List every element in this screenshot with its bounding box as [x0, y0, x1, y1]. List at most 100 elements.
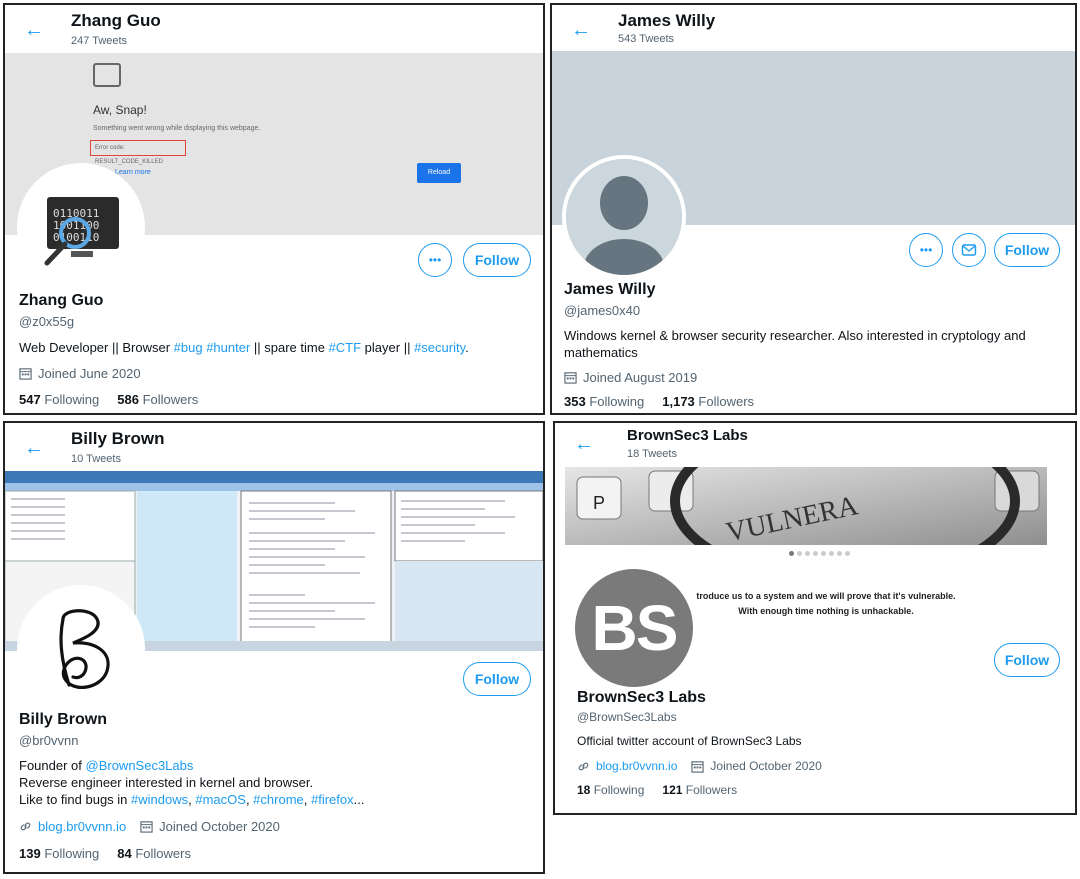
following-label: Following [44, 846, 100, 861]
sad-page-icon [93, 63, 121, 87]
learn-more-link: Learn more [115, 169, 151, 176]
mention-link[interactable]: @BrownSec3Labs [86, 758, 194, 773]
follow-stats: 18 Following 121 Followers [577, 783, 737, 797]
carousel-dot[interactable] [797, 551, 802, 556]
tweet-count: 543 Tweets [618, 33, 675, 45]
profile-handle: @z0x55g [19, 314, 75, 329]
carousel-dot[interactable] [845, 551, 850, 556]
banner-quote: troduce us to a system and we will prove… [681, 589, 971, 619]
followers-count: 1,173 [662, 394, 695, 409]
hashtag-link[interactable]: #CTF [329, 340, 362, 355]
profile-header: ← BrownSec3 Labs 18 Tweets [555, 423, 1075, 467]
bio-text: . [465, 340, 469, 355]
followers-link[interactable]: 1,173 Followers [662, 394, 754, 409]
following-link[interactable]: 353 Following [564, 394, 644, 409]
profile-bio: Official twitter account of BrownSec3 La… [577, 734, 802, 748]
website-link[interactable]: blog.br0vvnn.io [596, 759, 677, 773]
back-arrow-icon[interactable]: ← [570, 19, 592, 41]
back-arrow-icon[interactable]: ← [573, 433, 595, 455]
website-link[interactable]: blog.br0vvnn.io [38, 819, 126, 834]
hashtag-link[interactable]: #bug [174, 340, 203, 355]
followers-link[interactable]: 586 Followers [117, 392, 198, 407]
profile-header: ← Zhang Guo 247 Tweets [5, 5, 543, 53]
profile-panel-brownsec3-labs: ← BrownSec3 Labs 18 Tweets P VULNERA tro… [553, 421, 1077, 815]
avatar-initials: BS [591, 592, 679, 664]
following-link[interactable]: 18 Following [577, 783, 644, 797]
profile-name: BrownSec3 Labs [577, 689, 706, 706]
profile-panel-james-willy: ← James Willy 543 Tweets ••• Follow Jame… [550, 3, 1077, 415]
following-count: 18 [577, 783, 591, 797]
calendar-icon [691, 760, 705, 773]
b-logo-icon [21, 589, 141, 709]
back-arrow-icon[interactable]: ← [23, 19, 45, 41]
hashtag-link[interactable]: #chrome [253, 792, 304, 807]
avatar[interactable]: BS [575, 569, 693, 687]
back-arrow-icon[interactable]: ← [23, 437, 45, 459]
header-name: James Willy [618, 11, 716, 30]
follow-button[interactable]: Follow [994, 233, 1060, 267]
followers-link[interactable]: 84 Followers [117, 846, 191, 861]
follow-button[interactable]: Follow [994, 643, 1060, 677]
carousel-dot[interactable] [829, 551, 834, 556]
hashtag-link[interactable]: #macOS [195, 792, 246, 807]
tweet-count: 18 Tweets [627, 448, 677, 460]
error-code: Error code: RESULT_CODE_KILLED [90, 140, 186, 165]
bio-text: Founder of [19, 758, 86, 773]
follow-button[interactable]: Follow [463, 243, 531, 277]
reload-button: Reload [417, 163, 461, 183]
binary-magnifier-icon: 0110011 1001100 0100110 [21, 167, 141, 287]
follow-button[interactable]: Follow [463, 662, 531, 696]
calendar-icon [140, 821, 153, 833]
more-options-button[interactable]: ••• [418, 243, 452, 277]
hashtag-link[interactable]: #security [414, 340, 465, 355]
followers-label: Followers [685, 783, 738, 797]
profile-name: James Willy [564, 281, 656, 298]
hashtag-link[interactable]: #windows [131, 792, 188, 807]
svg-text:P: P [593, 493, 605, 513]
tweet-count: 10 Tweets [71, 453, 121, 465]
followers-count: 586 [117, 392, 139, 407]
message-button[interactable] [952, 233, 986, 267]
bio-line: Reverse engineer interested in kernel an… [19, 775, 314, 790]
profile-meta: blog.br0vvnn.io Joined October 2020 [19, 819, 280, 834]
carousel-dot[interactable] [789, 551, 794, 556]
more-options-button[interactable]: ••• [909, 233, 943, 267]
profile-panel-zhang-guo: ← Zhang Guo 247 Tweets Aw, Snap! Somethi… [3, 3, 545, 415]
follow-stats: 353 Following 1,173 Followers [564, 394, 754, 409]
hashtag-link[interactable]: #hunter [206, 340, 250, 355]
avatar[interactable] [17, 585, 145, 713]
bio-line: Founder of @BrownSec3Labs [19, 757, 534, 774]
hashtag-link[interactable]: #firefox [311, 792, 354, 807]
error-subtitle: Something went wrong while displaying th… [93, 125, 261, 132]
carousel-dot[interactable] [837, 551, 842, 556]
link-icon [578, 762, 589, 770]
profile-handle: @BrownSec3Labs [577, 710, 677, 724]
link-icon [20, 822, 31, 831]
profile-meta: Joined August 2019 [564, 370, 697, 385]
following-label: Following [589, 394, 645, 409]
following-link[interactable]: 547 Following [19, 392, 99, 407]
profile-meta: blog.br0vvnn.io Joined October 2020 [577, 759, 822, 773]
joined-date: Joined June 2020 [38, 366, 141, 381]
followers-link[interactable]: 121 Followers [662, 783, 737, 797]
profile-name: Billy Brown [19, 711, 108, 728]
header-name: Zhang Guo [71, 11, 161, 30]
follow-stats: 547 Following 586 Followers [19, 392, 198, 407]
joined-date: Joined August 2019 [583, 370, 698, 385]
carousel-dot[interactable] [813, 551, 818, 556]
following-label: Following [593, 783, 645, 797]
follow-stats: 139 Following 84 Followers [19, 846, 191, 861]
error-title: Aw, Snap! [93, 103, 147, 117]
bio-text: Web Developer || Browser [19, 340, 174, 355]
profile-name: Zhang Guo [19, 292, 104, 309]
carousel-dot[interactable] [805, 551, 810, 556]
carousel-dot[interactable] [821, 551, 826, 556]
quote-line: troduce us to a system and we will prove… [696, 591, 956, 601]
following-link[interactable]: 139 Following [19, 846, 99, 861]
profile-banner: P VULNERA [565, 423, 1047, 586]
envelope-icon [961, 244, 977, 256]
avatar[interactable] [562, 155, 686, 279]
avatar[interactable]: 0110011 1001100 0100110 [17, 163, 145, 291]
following-count: 139 [19, 846, 41, 861]
following-label: Following [44, 392, 100, 407]
